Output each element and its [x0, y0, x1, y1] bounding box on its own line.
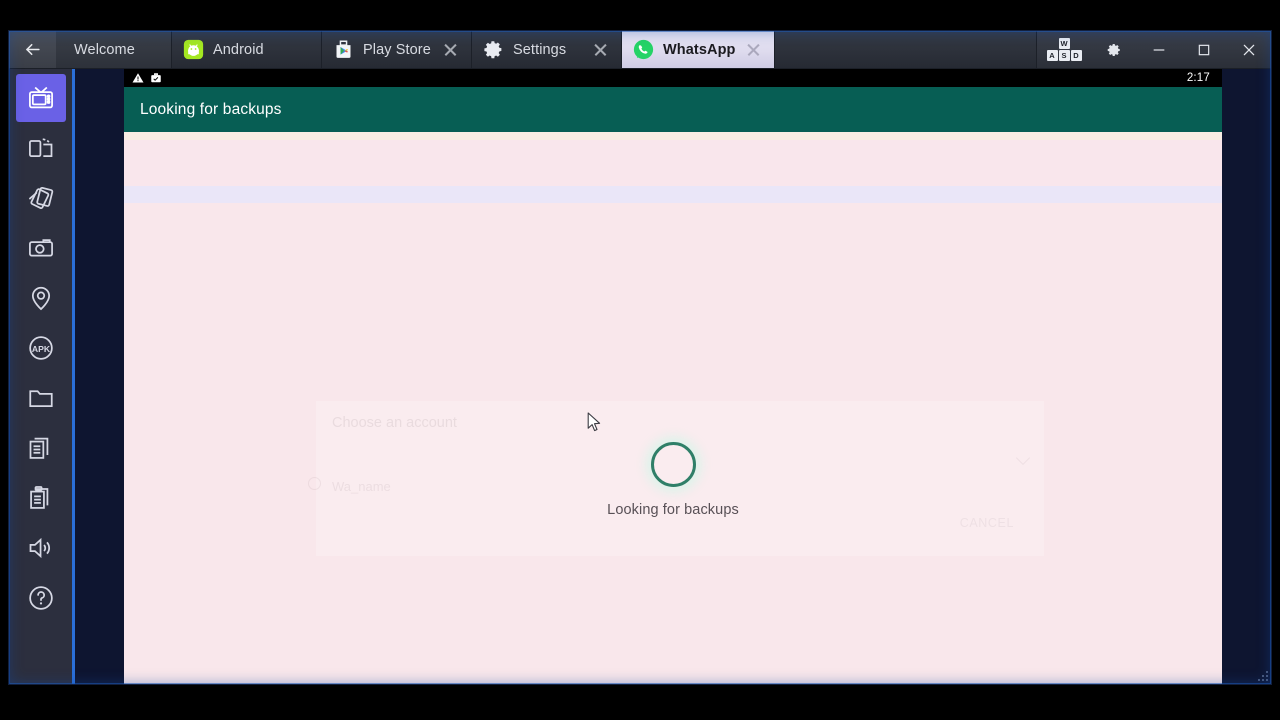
tab-android-label: Android [213, 41, 264, 58]
work-briefcase-icon [151, 73, 161, 83]
gear-icon [1107, 43, 1120, 56]
tab-welcome-label: Welcome [74, 41, 135, 58]
emulator-window: Welcome Android Play Store Settings What… [8, 30, 1272, 685]
sidebar-item-rotate-screen[interactable] [16, 124, 66, 172]
folder-icon [29, 390, 53, 408]
close-icon [1243, 44, 1254, 55]
cancel-button[interactable]: CANCEL [960, 516, 1014, 530]
app-bar: Looking for backups [124, 87, 1222, 132]
sidebar-item-location[interactable] [16, 274, 66, 322]
maximize-button[interactable] [1181, 31, 1226, 69]
copy-documents-icon [29, 437, 49, 459]
tab-whatsapp-label: WhatsApp [663, 41, 736, 58]
sidebar-item-screenshot[interactable] [16, 224, 66, 272]
sidebar-toolbar: APK [10, 69, 75, 684]
tab-play-store[interactable]: Play Store [322, 31, 472, 68]
play-store-icon [336, 40, 351, 58]
app-content: Choose an account Wa_name CANCEL Looking… [124, 132, 1222, 684]
key-s: S [1058, 50, 1070, 61]
content-band-pink [124, 140, 1222, 186]
tab-settings-label: Settings [513, 41, 567, 58]
loading-spinner-icon [650, 442, 696, 487]
tv-icon [29, 86, 53, 109]
back-arrow-icon [26, 43, 40, 56]
back-button[interactable] [9, 31, 56, 68]
tab-bar-spacer [774, 31, 1037, 68]
tab-settings-close-icon[interactable] [592, 41, 609, 58]
tab-whatsapp[interactable]: WhatsApp [622, 31, 775, 68]
keyboard-controls-button[interactable]: A W D A S D [1037, 38, 1091, 61]
close-button[interactable] [1226, 31, 1271, 69]
minimize-button[interactable] [1136, 31, 1181, 69]
location-pin-icon [31, 286, 51, 311]
sidebar-item-install-apk[interactable]: APK [16, 324, 66, 372]
loading-text: Looking for backups [607, 502, 739, 518]
key-d: D [1070, 50, 1082, 61]
tab-welcome[interactable]: Welcome [56, 31, 172, 68]
sidebar-item-help[interactable] [16, 574, 66, 622]
window-controls: A W D A S D [1037, 31, 1271, 68]
android-icon [183, 39, 204, 60]
rotate-screen-icon [29, 138, 53, 158]
sidebar-item-shake[interactable] [16, 174, 66, 222]
sidebar-item-copy-to-android[interactable] [16, 424, 66, 472]
svg-text:APK: APK [32, 344, 51, 354]
warning-triangle-icon [132, 73, 144, 83]
dialog-title: Choose an account [332, 415, 457, 431]
clipboard-icon [30, 486, 49, 509]
sidebar-item-volume[interactable] [16, 524, 66, 572]
content-band-cream [124, 132, 1222, 140]
sidebar-item-open-folder[interactable] [16, 374, 66, 422]
volume-icon [29, 537, 51, 559]
sidebar-item-clipboard[interactable] [16, 474, 66, 522]
gear-icon [484, 41, 502, 59]
tab-whatsapp-close-icon[interactable] [745, 41, 762, 58]
status-bar-clock: 2:17 [1186, 72, 1210, 84]
camera-icon [29, 239, 53, 257]
key-a: A [1046, 50, 1058, 61]
android-status-bar: 2:17 [124, 69, 1222, 87]
tab-play-store-close-icon[interactable] [442, 41, 459, 58]
loading-indicator: Looking for backups [124, 442, 1222, 518]
tab-android[interactable]: Android [172, 31, 322, 68]
content-band-lavender [124, 186, 1222, 203]
whatsapp-icon [633, 39, 654, 60]
apk-icon: APK [29, 336, 53, 360]
minimize-icon [1153, 48, 1164, 51]
cards-icon [29, 186, 54, 210]
resize-grip[interactable] [1254, 667, 1268, 681]
mouse-cursor [587, 412, 601, 432]
tab-settings[interactable]: Settings [472, 31, 622, 68]
key-w: W [1058, 38, 1070, 49]
maximize-icon [1198, 44, 1209, 55]
help-icon [29, 586, 53, 610]
tab-play-store-label: Play Store [363, 41, 431, 58]
settings-button[interactable] [1091, 31, 1136, 69]
app-bar-title: Looking for backups [140, 100, 282, 118]
status-bar-icons [132, 72, 162, 84]
desktop-background: Welcome Android Play Store Settings What… [0, 0, 1280, 720]
sidebar-item-multi-instance-manager[interactable] [16, 74, 66, 122]
android-screen: 2:17 Looking for backups Choose an accou… [124, 69, 1222, 684]
tab-bar: Welcome Android Play Store Settings What… [9, 31, 1271, 69]
